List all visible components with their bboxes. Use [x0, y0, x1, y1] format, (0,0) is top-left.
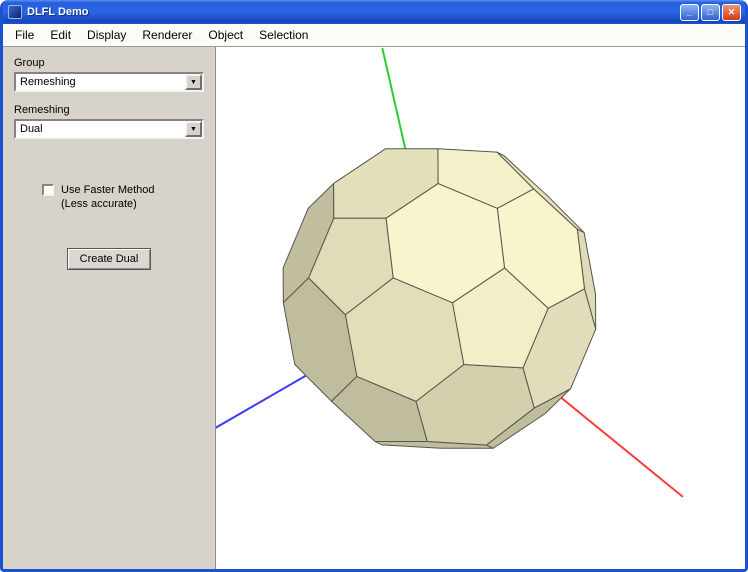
group-dropdown[interactable]: Remeshing ▼: [14, 72, 204, 92]
main-content: Group Remeshing ▼ Remeshing Dual ▼ Use F…: [3, 47, 745, 569]
titlebar-buttons: _ □ ✕: [678, 3, 741, 21]
window-title: DLFL Demo: [27, 6, 89, 18]
checkbox-label-line1: Use Faster Method: [61, 184, 155, 196]
chevron-down-icon[interactable]: ▼: [185, 121, 202, 137]
menubar: File Edit Display Renderer Object Select…: [3, 24, 745, 47]
viewport[interactable]: [216, 47, 745, 569]
remeshing-dropdown-value: Dual: [20, 123, 43, 135]
create-dual-button[interactable]: Create Dual: [66, 247, 152, 270]
minimize-button[interactable]: _: [680, 3, 699, 21]
app-icon: [8, 5, 22, 19]
remeshing-label: Remeshing: [14, 104, 70, 116]
dlfl-demo-window: DLFL Demo _ □ ✕ File Edit Display Render…: [0, 0, 748, 572]
menu-file[interactable]: File: [7, 25, 42, 45]
use-faster-method-checkbox[interactable]: Use Faster Method (Less accurate): [42, 183, 204, 212]
checkbox-box[interactable]: [42, 184, 54, 196]
checkbox-label: Use Faster Method (Less accurate): [61, 183, 155, 212]
titlebar[interactable]: DLFL Demo _ □ ✕: [3, 0, 745, 24]
group-dropdown-value: Remeshing: [20, 76, 76, 88]
sidebar-panel: Group Remeshing ▼ Remeshing Dual ▼ Use F…: [3, 47, 216, 569]
menu-edit[interactable]: Edit: [42, 25, 79, 45]
close-button[interactable]: ✕: [722, 3, 741, 21]
menu-display[interactable]: Display: [79, 25, 134, 45]
scene-svg: [216, 47, 684, 498]
checkbox-label-line2: (Less accurate): [61, 198, 137, 211]
menu-selection[interactable]: Selection: [251, 25, 316, 45]
remeshing-dropdown[interactable]: Dual ▼: [14, 119, 204, 139]
menu-renderer[interactable]: Renderer: [134, 25, 200, 45]
chevron-down-icon[interactable]: ▼: [185, 74, 202, 90]
titlebar-left: DLFL Demo: [8, 5, 89, 19]
group-label: Group: [14, 57, 45, 69]
menu-object[interactable]: Object: [200, 25, 251, 45]
maximize-button[interactable]: □: [701, 3, 720, 21]
